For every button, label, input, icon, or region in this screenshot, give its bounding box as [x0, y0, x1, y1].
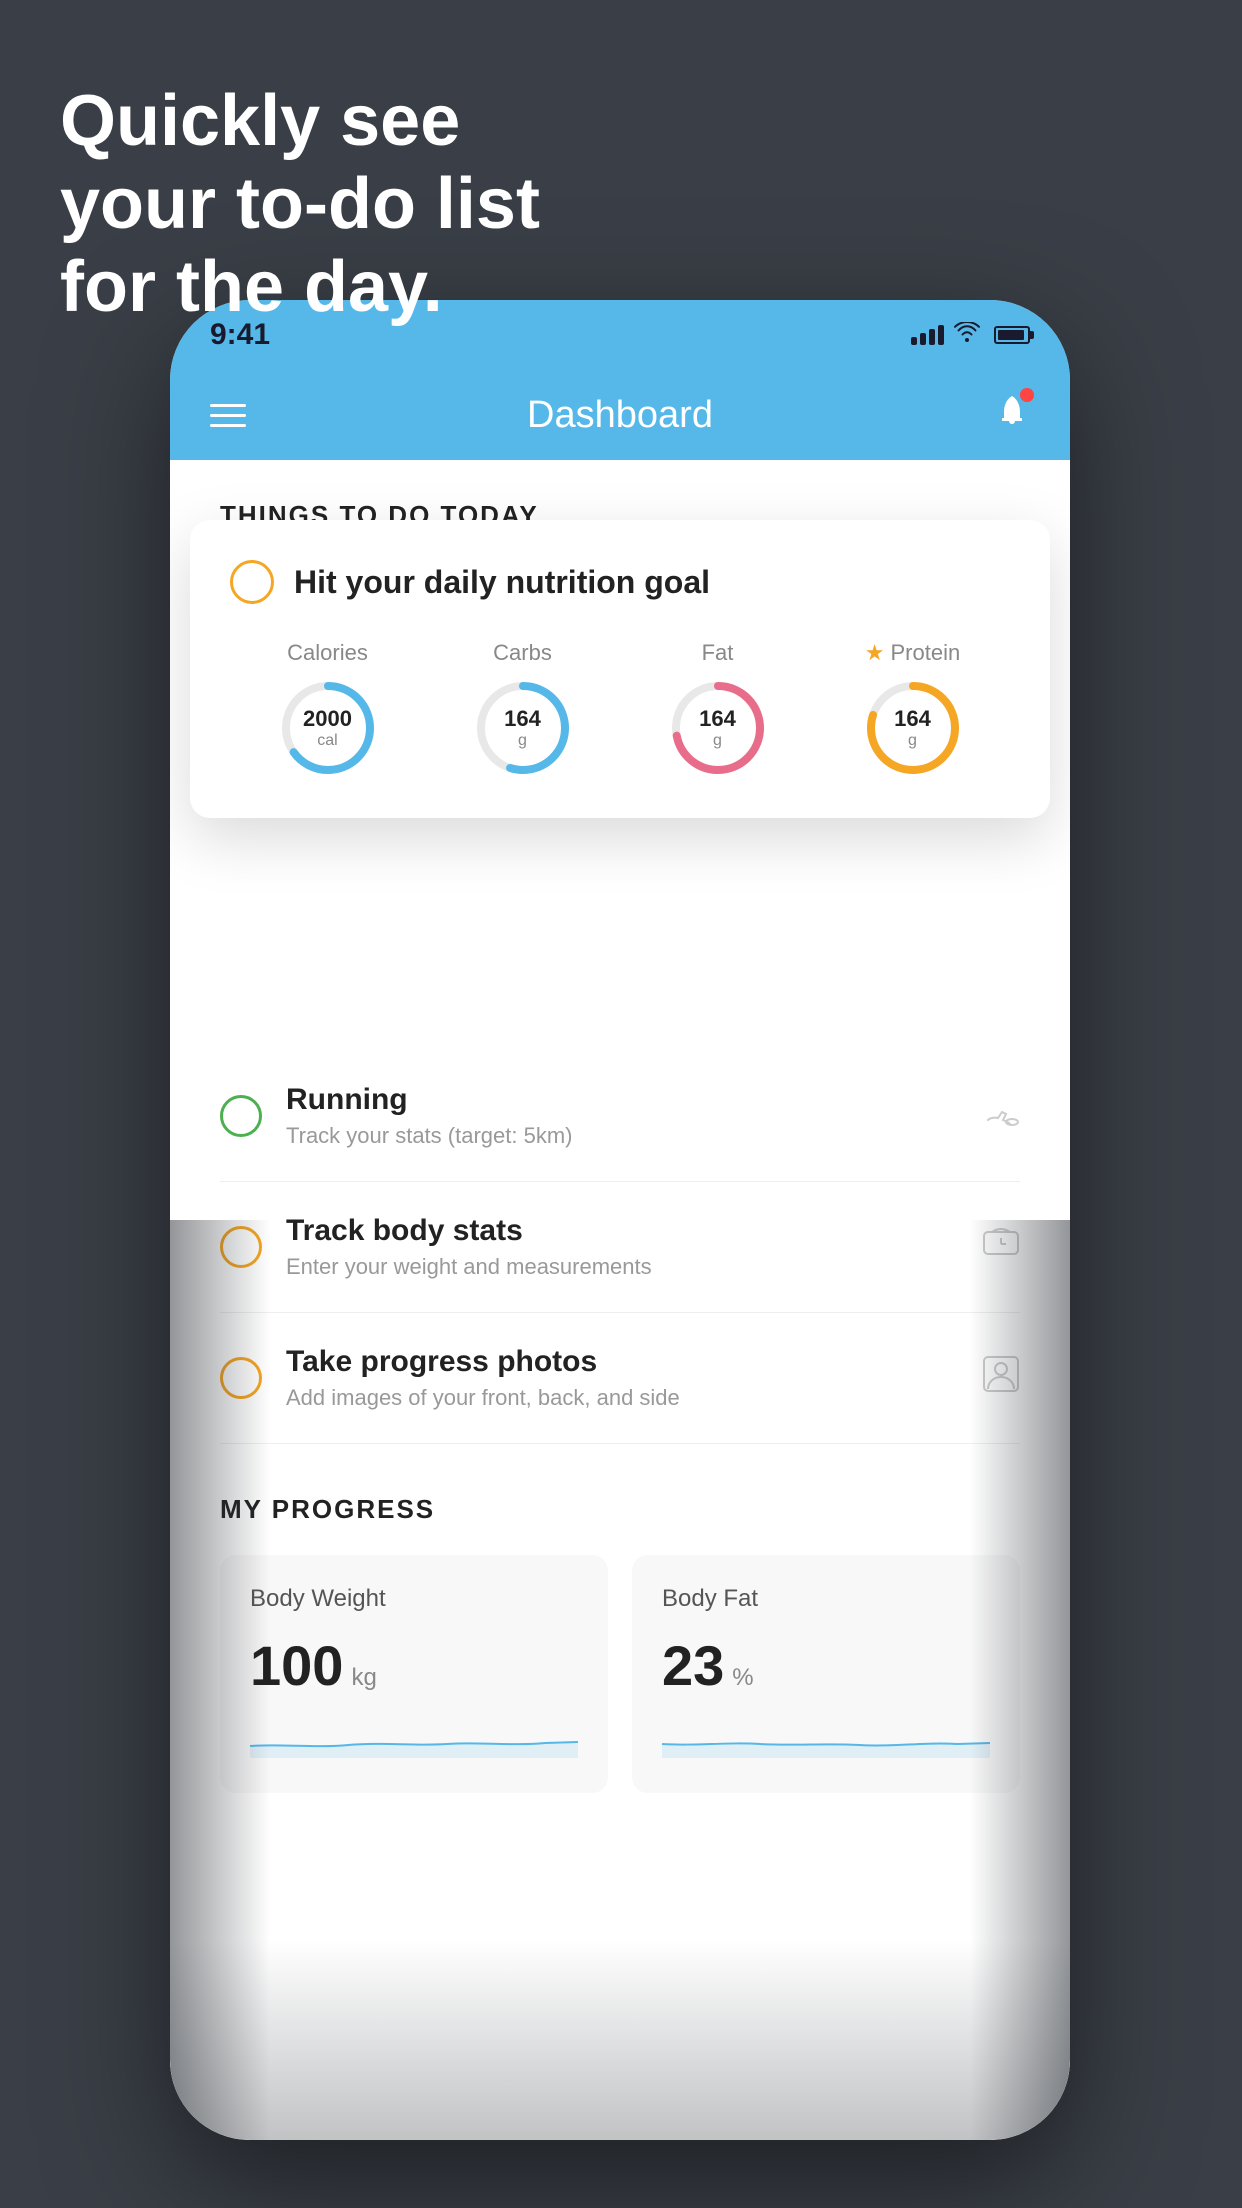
carbs-label: Carbs — [493, 640, 552, 666]
task-info-bodystats: Track body stats Enter your weight and m… — [286, 1214, 958, 1280]
protein-star-icon: ★ — [865, 640, 885, 666]
task-sub-bodystats: Enter your weight and measurements — [286, 1254, 958, 1280]
fat-card-title: Body Fat — [662, 1585, 990, 1613]
scale-icon — [982, 1224, 1020, 1271]
nutrition-fat: Fat 164 g — [668, 640, 768, 778]
nutrition-carbs: Carbs 164 g — [473, 640, 573, 778]
carbs-unit: g — [504, 732, 541, 750]
nutrition-card: Hit your daily nutrition goal Calories 2… — [190, 520, 1050, 818]
running-icon — [980, 1095, 1020, 1137]
nutrition-protein: ★ Protein 164 g — [863, 640, 963, 778]
task-item-photos[interactable]: Take progress photos Add images of your … — [220, 1313, 1020, 1444]
protein-unit: g — [894, 732, 931, 750]
calories-ring: 2000 cal — [278, 678, 378, 778]
headline-line1: Quickly see — [60, 80, 540, 163]
progress-card-fat: Body Fat 23 % — [632, 1555, 1020, 1793]
protein-ring: 164 g — [863, 678, 963, 778]
nutrition-calories: Calories 2000 cal — [278, 640, 378, 778]
nutrition-card-title: Hit your daily nutrition goal — [294, 564, 710, 601]
card-header: Hit your daily nutrition goal — [230, 560, 1010, 604]
status-icons — [911, 322, 1030, 348]
task-circle-photos — [220, 1357, 262, 1399]
fat-label: Fat — [702, 640, 734, 666]
wifi-icon — [954, 322, 980, 348]
carbs-value: 164 — [504, 706, 541, 732]
hamburger-menu[interactable] — [210, 404, 246, 427]
headline-line3: for the day. — [60, 246, 540, 329]
task-name-running: Running — [286, 1083, 956, 1117]
battery-icon — [994, 326, 1030, 344]
fat-sparkline — [662, 1718, 990, 1763]
progress-cards: Body Weight 100 kg Body Fat — [220, 1555, 1020, 1793]
weight-number: 100 — [250, 1633, 343, 1698]
fat-ring: 164 g — [668, 678, 768, 778]
weight-unit: kg — [351, 1664, 376, 1692]
fat-value-container: 23 % — [662, 1633, 990, 1698]
signal-icon — [911, 325, 944, 345]
task-info-photos: Take progress photos Add images of your … — [286, 1345, 958, 1411]
weight-value-container: 100 kg — [250, 1633, 578, 1698]
fat-value: 164 — [699, 706, 736, 732]
task-circle-nutrition[interactable] — [230, 560, 274, 604]
fat-number: 23 — [662, 1633, 724, 1698]
weight-card-title: Body Weight — [250, 1585, 578, 1613]
fat-percent-unit: % — [732, 1664, 753, 1692]
task-circle-bodystats — [220, 1226, 262, 1268]
nutrition-circles: Calories 2000 cal Carbs — [230, 640, 1010, 778]
weight-sparkline — [250, 1718, 578, 1763]
calories-value: 2000 — [303, 706, 352, 732]
task-list: Running Track your stats (target: 5km) T… — [170, 1051, 1070, 1444]
progress-title: MY PROGRESS — [220, 1494, 1020, 1525]
task-info-running: Running Track your stats (target: 5km) — [286, 1083, 956, 1149]
task-item-running[interactable]: Running Track your stats (target: 5km) — [220, 1051, 1020, 1182]
task-sub-running: Track your stats (target: 5km) — [286, 1123, 956, 1149]
notification-bell-icon[interactable] — [994, 392, 1030, 439]
nav-bar: Dashboard — [170, 370, 1070, 460]
calories-label: Calories — [287, 640, 368, 666]
progress-section: MY PROGRESS Body Weight 100 kg — [170, 1444, 1070, 1793]
person-icon — [982, 1355, 1020, 1402]
calories-unit: cal — [303, 732, 352, 750]
phone-mockup: 9:41 Dashb — [170, 300, 1070, 2140]
task-name-bodystats: Track body stats — [286, 1214, 958, 1248]
task-name-photos: Take progress photos — [286, 1345, 958, 1379]
main-content: THINGS TO DO TODAY Hit your daily nutrit… — [170, 460, 1070, 2140]
task-circle-running — [220, 1095, 262, 1137]
progress-card-weight: Body Weight 100 kg — [220, 1555, 608, 1793]
notification-dot — [1020, 388, 1034, 402]
headline: Quickly see your to-do list for the day. — [60, 80, 540, 328]
nav-title: Dashboard — [527, 394, 713, 437]
fat-unit: g — [699, 732, 736, 750]
task-item-bodystats[interactable]: Track body stats Enter your weight and m… — [220, 1182, 1020, 1313]
carbs-ring: 164 g — [473, 678, 573, 778]
headline-line2: your to-do list — [60, 163, 540, 246]
protein-value: 164 — [894, 706, 931, 732]
protein-label: Protein — [891, 640, 961, 666]
task-sub-photos: Add images of your front, back, and side — [286, 1385, 958, 1411]
